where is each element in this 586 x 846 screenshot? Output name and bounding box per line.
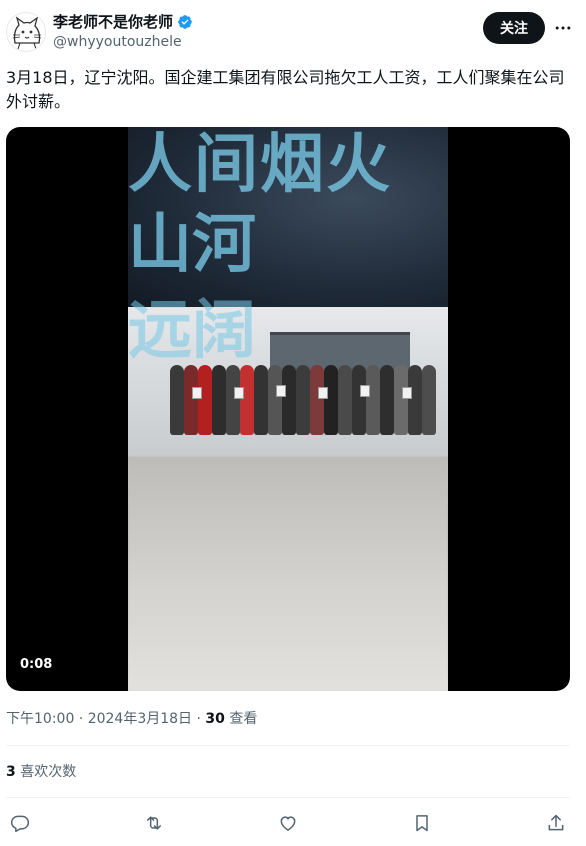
retweet-icon bbox=[147, 816, 161, 830]
crowd-person bbox=[352, 365, 366, 435]
crowd-person bbox=[184, 365, 198, 435]
crowd-person bbox=[198, 365, 212, 435]
tweet-header: 李老师不是你老师 @whyyoutouzhele 关注 bbox=[0, 0, 586, 62]
avatar[interactable] bbox=[6, 12, 46, 52]
crowd-person bbox=[296, 365, 310, 435]
share-button[interactable] bbox=[543, 810, 569, 836]
more-options-button[interactable] bbox=[548, 14, 578, 42]
protest-sign bbox=[360, 385, 370, 397]
crowd-person bbox=[324, 365, 338, 435]
like-button[interactable] bbox=[275, 810, 301, 836]
bookmark-button[interactable] bbox=[409, 810, 435, 836]
video-scene-ground bbox=[128, 457, 448, 691]
follow-button[interactable]: 关注 bbox=[483, 12, 545, 44]
crowd-person bbox=[380, 365, 394, 435]
video-overlay-text-1: 人间烟火 bbox=[128, 127, 392, 202]
retweet-button[interactable] bbox=[141, 810, 167, 836]
reply-button[interactable] bbox=[7, 810, 33, 836]
tweet-timestamp[interactable]: 下午10:00 · 2024年3月18日 · bbox=[6, 711, 205, 727]
bookmark-icon bbox=[416, 815, 428, 832]
author-name-row: 李老师不是你老师 bbox=[53, 12, 193, 32]
crowd-person bbox=[240, 365, 254, 435]
crowd-person bbox=[282, 365, 296, 435]
crowd-person bbox=[254, 365, 268, 435]
author-display-name[interactable]: 李老师不是你老师 bbox=[53, 12, 173, 32]
crowd-person bbox=[338, 365, 352, 435]
video-frame[interactable]: 人间烟火 山河 远阔 bbox=[128, 127, 448, 691]
views-label: 查看 bbox=[224, 711, 258, 727]
likes-count: 3 bbox=[6, 764, 16, 780]
crowd-person bbox=[394, 365, 408, 435]
video-overlay-text-2: 山河 bbox=[128, 207, 256, 282]
protest-sign bbox=[234, 387, 244, 399]
author-handle[interactable]: @whyyoutouzhele bbox=[53, 33, 182, 51]
cat-avatar-icon bbox=[12, 16, 42, 50]
share-icon bbox=[548, 814, 564, 831]
crowd-person bbox=[422, 365, 436, 435]
divider bbox=[6, 745, 570, 746]
action-bar bbox=[0, 808, 586, 838]
more-horizontal-icon bbox=[555, 26, 571, 30]
verified-badge-icon bbox=[178, 15, 192, 29]
likes-label: 喜欢次数 bbox=[15, 764, 77, 780]
likes-summary[interactable]: 3 喜欢次数 bbox=[6, 762, 76, 782]
protest-sign bbox=[402, 387, 412, 399]
crowd-person bbox=[212, 365, 226, 435]
divider bbox=[6, 797, 570, 798]
crowd-person bbox=[408, 365, 422, 435]
tweet-meta: 下午10:00 · 2024年3月18日 · 30 查看 bbox=[6, 709, 257, 729]
views-count: 30 bbox=[205, 711, 225, 727]
protest-sign bbox=[276, 385, 286, 397]
crowd-person bbox=[310, 365, 324, 435]
protest-sign bbox=[318, 387, 328, 399]
crowd-person bbox=[226, 365, 240, 435]
video-scene-crowd bbox=[168, 365, 448, 455]
video-overlay-text-3: 远阔 bbox=[128, 293, 256, 368]
video-player[interactable]: 人间烟火 山河 远阔 0:08 bbox=[6, 127, 570, 691]
video-duration: 0:08 bbox=[20, 657, 53, 672]
tweet-text: 3月18日，辽宁沈阳。国企建工集团有限公司拖欠工人工资，工人们聚集在公司外讨薪。 bbox=[6, 68, 565, 111]
crowd-person bbox=[268, 365, 282, 435]
heart-icon bbox=[280, 816, 296, 831]
crowd-person bbox=[170, 365, 184, 435]
reply-icon bbox=[10, 815, 30, 833]
protest-sign bbox=[192, 387, 202, 399]
crowd-person bbox=[366, 365, 380, 435]
